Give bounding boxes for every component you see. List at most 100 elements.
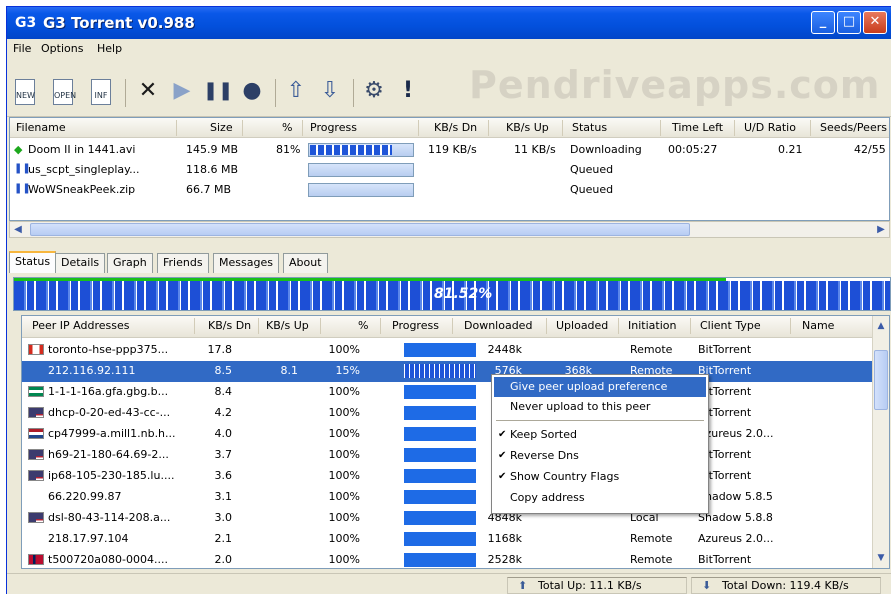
tab-details[interactable]: Details: [55, 253, 106, 273]
peer-percent: 100%: [328, 490, 360, 503]
peer-ip: dhcp-0-20-ed-43-cc-...: [48, 406, 171, 419]
peer-dn: 3.7: [214, 448, 233, 461]
menu-give-upload-preference[interactable]: Give peer upload preference: [494, 377, 706, 397]
peer-downloaded: 1168k: [487, 532, 522, 545]
toolbar-separator: [353, 79, 354, 107]
col-size[interactable]: Size: [210, 121, 233, 134]
open-torrent-button[interactable]: OPEN: [53, 79, 76, 105]
scroll-left-icon[interactable]: ◀: [10, 222, 26, 237]
peer-dn: 3.1: [214, 490, 233, 503]
pause-icon[interactable]: ❚❚: [203, 77, 233, 105]
col-percent[interactable]: %: [282, 121, 292, 134]
col-peer-progress[interactable]: Progress: [392, 319, 439, 332]
tab-friends[interactable]: Friends: [157, 253, 209, 273]
menu-copy-address[interactable]: Copy address: [494, 488, 706, 508]
scroll-thumb[interactable]: [30, 223, 690, 236]
peer-percent: 100%: [328, 553, 360, 566]
col-kbs-up[interactable]: KB/s Up: [506, 121, 549, 134]
peer-row[interactable]: ip68-105-230-185.lu.... 3.6 100% BitTorrent: [22, 466, 872, 487]
peer-row[interactable]: cp47999-a.mill1.nb.h... 4.0 100% Azureus 2.…: [22, 424, 872, 445]
scroll-right-icon[interactable]: ▶: [873, 222, 889, 237]
tab-messages[interactable]: Messages: [213, 253, 279, 273]
peer-row[interactable]: 212.116.92.111 8.5 8.1 15% 576k 368k Remote Bit…: [22, 361, 872, 382]
maximize-button[interactable]: □: [837, 11, 861, 34]
col-seeds-peers[interactable]: Seeds/Peers: [820, 121, 887, 134]
menu-options[interactable]: Options: [41, 42, 83, 55]
peer-ip: t500720a080-0004....: [48, 553, 168, 566]
scroll-thumb[interactable]: [874, 350, 888, 410]
settings-gear-icon[interactable]: ⚙: [361, 77, 387, 105]
col-peer-percent[interactable]: %: [358, 319, 368, 332]
title-bar[interactable]: G3 G3 Torrent v0.988 _ □ ✕: [7, 7, 891, 39]
peer-ip: h69-21-180-64.69-2...: [48, 448, 169, 461]
col-ud-ratio[interactable]: U/D Ratio: [744, 121, 796, 134]
new-torrent-button[interactable]: NEW: [15, 79, 35, 105]
col-peer-up[interactable]: KB/s Up: [266, 319, 309, 332]
col-peer-downloaded[interactable]: Downloaded: [464, 319, 532, 332]
col-peer-initiation[interactable]: Initiation: [628, 319, 676, 332]
col-peer-name[interactable]: Name: [802, 319, 834, 332]
flag-icon: [28, 386, 44, 397]
peer-progress-bar: [404, 364, 476, 378]
move-down-icon[interactable]: ⇩: [317, 77, 343, 105]
col-time-left[interactable]: Time Left: [672, 121, 723, 134]
menu-file[interactable]: File: [13, 42, 31, 55]
peer-row[interactable]: 66.220.99.87 3.1 100% Shadow 5.8.5: [22, 487, 872, 508]
scroll-down-icon[interactable]: ▼: [873, 550, 889, 566]
vertical-scrollbar[interactable]: ▲ ▼: [872, 316, 889, 568]
col-filename[interactable]: Filename: [16, 121, 66, 134]
peer-progress-bar: [404, 385, 476, 399]
stop-icon[interactable]: ●: [239, 77, 265, 105]
torrent-row[interactable]: ❚❚ us_scpt_singleplay... 118.6 MB Queued: [10, 160, 889, 180]
menu-reverse-dns[interactable]: ✔ Reverse Dns: [494, 446, 706, 466]
peer-percent: 100%: [328, 511, 360, 524]
toolbar-separator: [275, 79, 276, 107]
main-window: G3 G3 Torrent v0.988 _ □ ✕ File Options …: [6, 6, 891, 594]
torrent-name: WoWSneakPeek.zip: [28, 183, 136, 196]
torrent-row[interactable]: ❚❚ WoWSneakPeek.zip 66.7 MB Queued: [10, 180, 889, 200]
total-down-cell: ⬇ Total Down: 119.4 KB/s: [691, 577, 881, 594]
tab-status[interactable]: Status: [9, 251, 57, 273]
peer-row[interactable]: dhcp-0-20-ed-43-cc-... 4.2 100% BitTorrent: [22, 403, 872, 424]
arrow-down-icon: ⬇: [702, 579, 712, 592]
peer-row[interactable]: 1-1-1-16a.gfa.gbg.b... 8.4 100% BitTorrent: [22, 382, 872, 403]
close-button[interactable]: ✕: [863, 11, 887, 34]
peer-client: Shadow 5.8.5: [698, 490, 773, 503]
start-icon[interactable]: ▶: [169, 77, 195, 105]
remove-icon[interactable]: ✕: [135, 77, 161, 105]
flag-icon: [28, 344, 44, 355]
menu-help[interactable]: Help: [97, 42, 122, 55]
torrent-row[interactable]: ◆ Doom II in 1441.avi 145.9 MB 81% 119 K…: [10, 140, 889, 160]
col-peer-client[interactable]: Client Type: [700, 319, 761, 332]
peer-row[interactable]: toronto-hse-ppp375... 17.8 100% 2448k Remote…: [22, 340, 872, 361]
tab-about[interactable]: About: [283, 253, 328, 273]
peer-dn: 2.0: [214, 553, 233, 566]
alert-icon[interactable]: !: [395, 77, 421, 105]
tab-graph[interactable]: Graph: [107, 253, 153, 273]
peer-row[interactable]: t500720a080-0004.... 2.0 100% 2528k Remote Bi…: [22, 550, 872, 568]
menu-keep-sorted[interactable]: ✔ Keep Sorted: [494, 425, 706, 445]
torrent-size: 145.9 MB: [186, 143, 239, 156]
peer-ip: 66.220.99.87: [48, 490, 122, 503]
flag-icon: [28, 407, 44, 418]
peer-row[interactable]: h69-21-180-64.69-2... 3.7 100% BitTorrent: [22, 445, 872, 466]
menu-never-upload[interactable]: Never upload to this peer: [494, 397, 706, 417]
col-kbs-dn[interactable]: KB/s Dn: [434, 121, 477, 134]
col-progress[interactable]: Progress: [310, 121, 357, 134]
toolbar-separator: [125, 79, 126, 107]
info-button[interactable]: INF: [91, 79, 111, 105]
overall-progress-bar: 81.52%: [13, 277, 891, 311]
minimize-button[interactable]: _: [811, 11, 835, 34]
horizontal-scrollbar[interactable]: ◀ ▶: [9, 221, 890, 238]
peer-row[interactable]: dsl-80-43-114-208.a... 3.0 100% 4848k Local S…: [22, 508, 872, 529]
col-peer-uploaded[interactable]: Uploaded: [556, 319, 608, 332]
col-peer-dn[interactable]: KB/s Dn: [208, 319, 251, 332]
col-status[interactable]: Status: [572, 121, 607, 134]
col-peer-ip[interactable]: Peer IP Addresses: [32, 319, 129, 332]
move-up-icon[interactable]: ⇧: [283, 77, 309, 105]
peer-row[interactable]: 218.17.97.104 2.1 100% 1168k Remote Azureus 2…: [22, 529, 872, 550]
torrent-ratio: 0.21: [778, 143, 803, 156]
scroll-up-icon[interactable]: ▲: [873, 318, 889, 334]
menu-show-country-flags[interactable]: ✔ Show Country Flags: [494, 467, 706, 487]
app-icon: G3: [15, 15, 37, 31]
